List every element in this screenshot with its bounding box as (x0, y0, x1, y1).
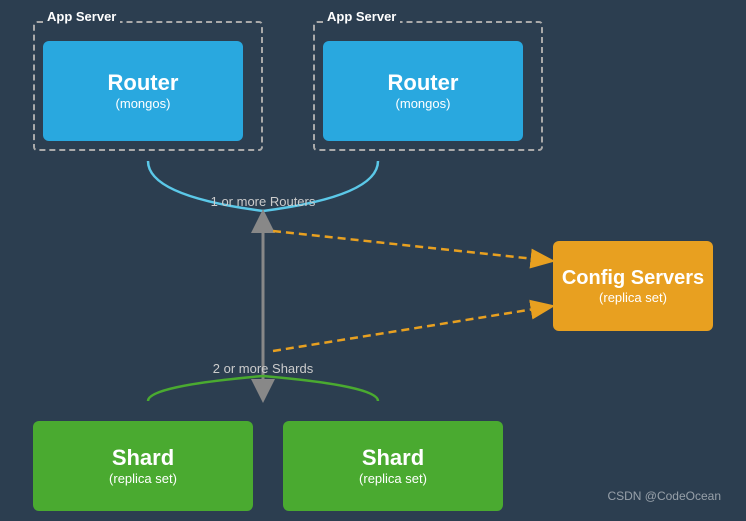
router-1-title: Router (108, 70, 179, 96)
diagram: App Server Router (mongos) App Server Ro… (13, 11, 733, 511)
shard-1-subtitle: (replica set) (109, 471, 177, 486)
router-2: Router (mongos) (323, 41, 523, 141)
shard-1-title: Shard (112, 445, 174, 471)
config-servers: Config Servers (replica set) (553, 241, 713, 331)
app-server-1-label: App Server (43, 9, 120, 24)
app-server-1: App Server Router (mongos) (33, 21, 263, 151)
shard-1: Shard (replica set) (33, 421, 253, 511)
router-1-subtitle: (mongos) (116, 96, 171, 111)
svg-text:2 or more Shards: 2 or more Shards (213, 361, 314, 376)
shard-2-subtitle: (replica set) (359, 471, 427, 486)
router-1: Router (mongos) (43, 41, 243, 141)
app-server-2: App Server Router (mongos) (313, 21, 543, 151)
svg-text:1 or more Routers: 1 or more Routers (211, 194, 316, 209)
watermark: CSDN @CodeOcean (607, 489, 721, 503)
shard-2-title: Shard (362, 445, 424, 471)
router-2-title: Router (388, 70, 459, 96)
router-2-subtitle: (mongos) (396, 96, 451, 111)
config-servers-subtitle: (replica set) (599, 290, 667, 305)
config-servers-title: Config Servers (562, 267, 704, 290)
app-server-2-label: App Server (323, 9, 400, 24)
shard-2: Shard (replica set) (283, 421, 503, 511)
